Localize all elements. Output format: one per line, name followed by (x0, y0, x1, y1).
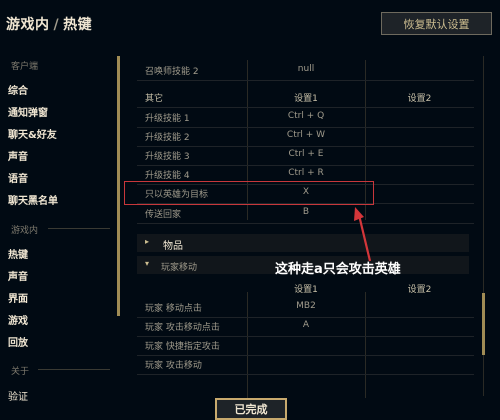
key-slot-1[interactable]: MB2 (247, 301, 365, 311)
sidebar-item-general[interactable]: 综合 (8, 82, 28, 97)
hotkey-row[interactable]: 玩家 攻击移动点击 A (137, 316, 474, 337)
section-items[interactable]: ▸ 物品 (137, 234, 469, 252)
content-left-accent (117, 56, 120, 316)
other-header-row: 其它 设置1 设置2 (137, 87, 474, 108)
action-name: 传送回家 (145, 210, 182, 220)
key-slot-1[interactable]: A (247, 320, 365, 330)
sidebar-section-ingame: 游戏内 (11, 226, 39, 236)
sidebar-divider (48, 228, 110, 229)
section-label: 物品 (163, 241, 183, 252)
sidebar-item-chat-friends[interactable]: 聊天&好友 (8, 126, 57, 141)
action-name: 升级技能 1 (145, 114, 190, 124)
header: 游戏内 / 热键 恢复默认设置 (0, 0, 500, 48)
sidebar-section-client: 客户端 (11, 62, 39, 72)
key-slot-1[interactable]: Ctrl + E (247, 149, 365, 159)
action-name: 召唤师技能 2 (145, 67, 199, 77)
sidebar: 客户端 综合 通知弹窗 聊天&好友 声音 语音 聊天黑名单 游戏内 热键 声音 … (0, 48, 118, 418)
sidebar-divider (38, 369, 110, 370)
key-slot-1[interactable]: null (247, 64, 365, 74)
action-name: 玩家 移动点击 (145, 304, 202, 314)
action-name: 玩家 攻击移动点击 (145, 323, 220, 333)
done-button[interactable]: 已完成 (215, 398, 287, 420)
chevron-right-icon: ▸ (145, 237, 150, 246)
sidebar-item-chat-blacklist[interactable]: 聊天黑名单 (8, 192, 58, 207)
action-name: 玩家 攻击移动 (145, 361, 202, 371)
key-slot-1[interactable]: Ctrl + R (247, 168, 365, 178)
column-header-setting2: 设置2 (407, 94, 432, 104)
page-title: 游戏内 / 热键 (6, 14, 92, 34)
key-slot-1[interactable]: Ctrl + Q (247, 111, 365, 121)
column-header-setting1: 设置1 (294, 285, 318, 295)
sidebar-item-ingame-sound[interactable]: 声音 (8, 268, 28, 283)
column-header-setting2: 设置2 (407, 285, 432, 295)
hotkey-row[interactable]: 玩家 移动点击 MB2 (137, 297, 474, 318)
sidebar-item-hotkeys[interactable]: 热键 (8, 246, 28, 261)
sidebar-section-about: 关于 (11, 367, 30, 377)
action-name: 升级技能 2 (145, 133, 190, 143)
reset-defaults-button[interactable]: 恢复默认设置 (381, 12, 492, 35)
annotation-arrow-icon (354, 207, 372, 262)
sidebar-item-replays[interactable]: 回放 (8, 334, 28, 349)
action-name: 升级技能 3 (145, 152, 190, 162)
scrollbar-thumb[interactable] (482, 293, 485, 355)
column-header-setting1: 设置1 (294, 94, 318, 104)
hotkey-row[interactable]: 玩家 攻击移动 (137, 354, 474, 375)
sidebar-item-voice[interactable]: 语音 (8, 170, 28, 185)
sidebar-item-sound[interactable]: 声音 (8, 148, 28, 163)
movement-header-row: 设置1 设置2 (137, 278, 474, 298)
key-slot-1[interactable]: B (247, 207, 365, 217)
hotkey-row[interactable]: 召唤师技能 2 null (137, 60, 474, 81)
hotkey-row[interactable]: 玩家 快捷指定攻击 (137, 335, 474, 356)
hotkey-row[interactable]: 升级技能 3 Ctrl + E (137, 145, 474, 166)
action-name: 玩家 快捷指定攻击 (145, 342, 220, 352)
hotkey-row[interactable]: 升级技能 1 Ctrl + Q (137, 107, 474, 128)
sidebar-item-notifications[interactable]: 通知弹窗 (8, 104, 48, 119)
highlight-box (124, 181, 374, 205)
title-separator: / (53, 17, 60, 33)
key-slot-1[interactable]: Ctrl + W (247, 130, 365, 140)
annotation-text: 这种走a只会攻击英雄 (275, 262, 401, 277)
hotkey-row[interactable]: 升级技能 2 Ctrl + W (137, 126, 474, 147)
sidebar-item-interface[interactable]: 界面 (8, 290, 28, 305)
hotkey-row[interactable]: 传送回家 B (137, 203, 474, 224)
sidebar-item-game[interactable]: 游戏 (8, 312, 28, 327)
page-title-main: 游戏内 (6, 17, 50, 33)
sidebar-item-verification[interactable]: 验证 (8, 388, 28, 403)
section-label: 玩家移动 (161, 263, 198, 273)
page-title-sub: 热键 (63, 17, 93, 33)
action-name: 升级技能 4 (145, 171, 190, 181)
chevron-down-icon: ▾ (145, 259, 150, 268)
group-heading-other: 其它 (145, 94, 164, 104)
